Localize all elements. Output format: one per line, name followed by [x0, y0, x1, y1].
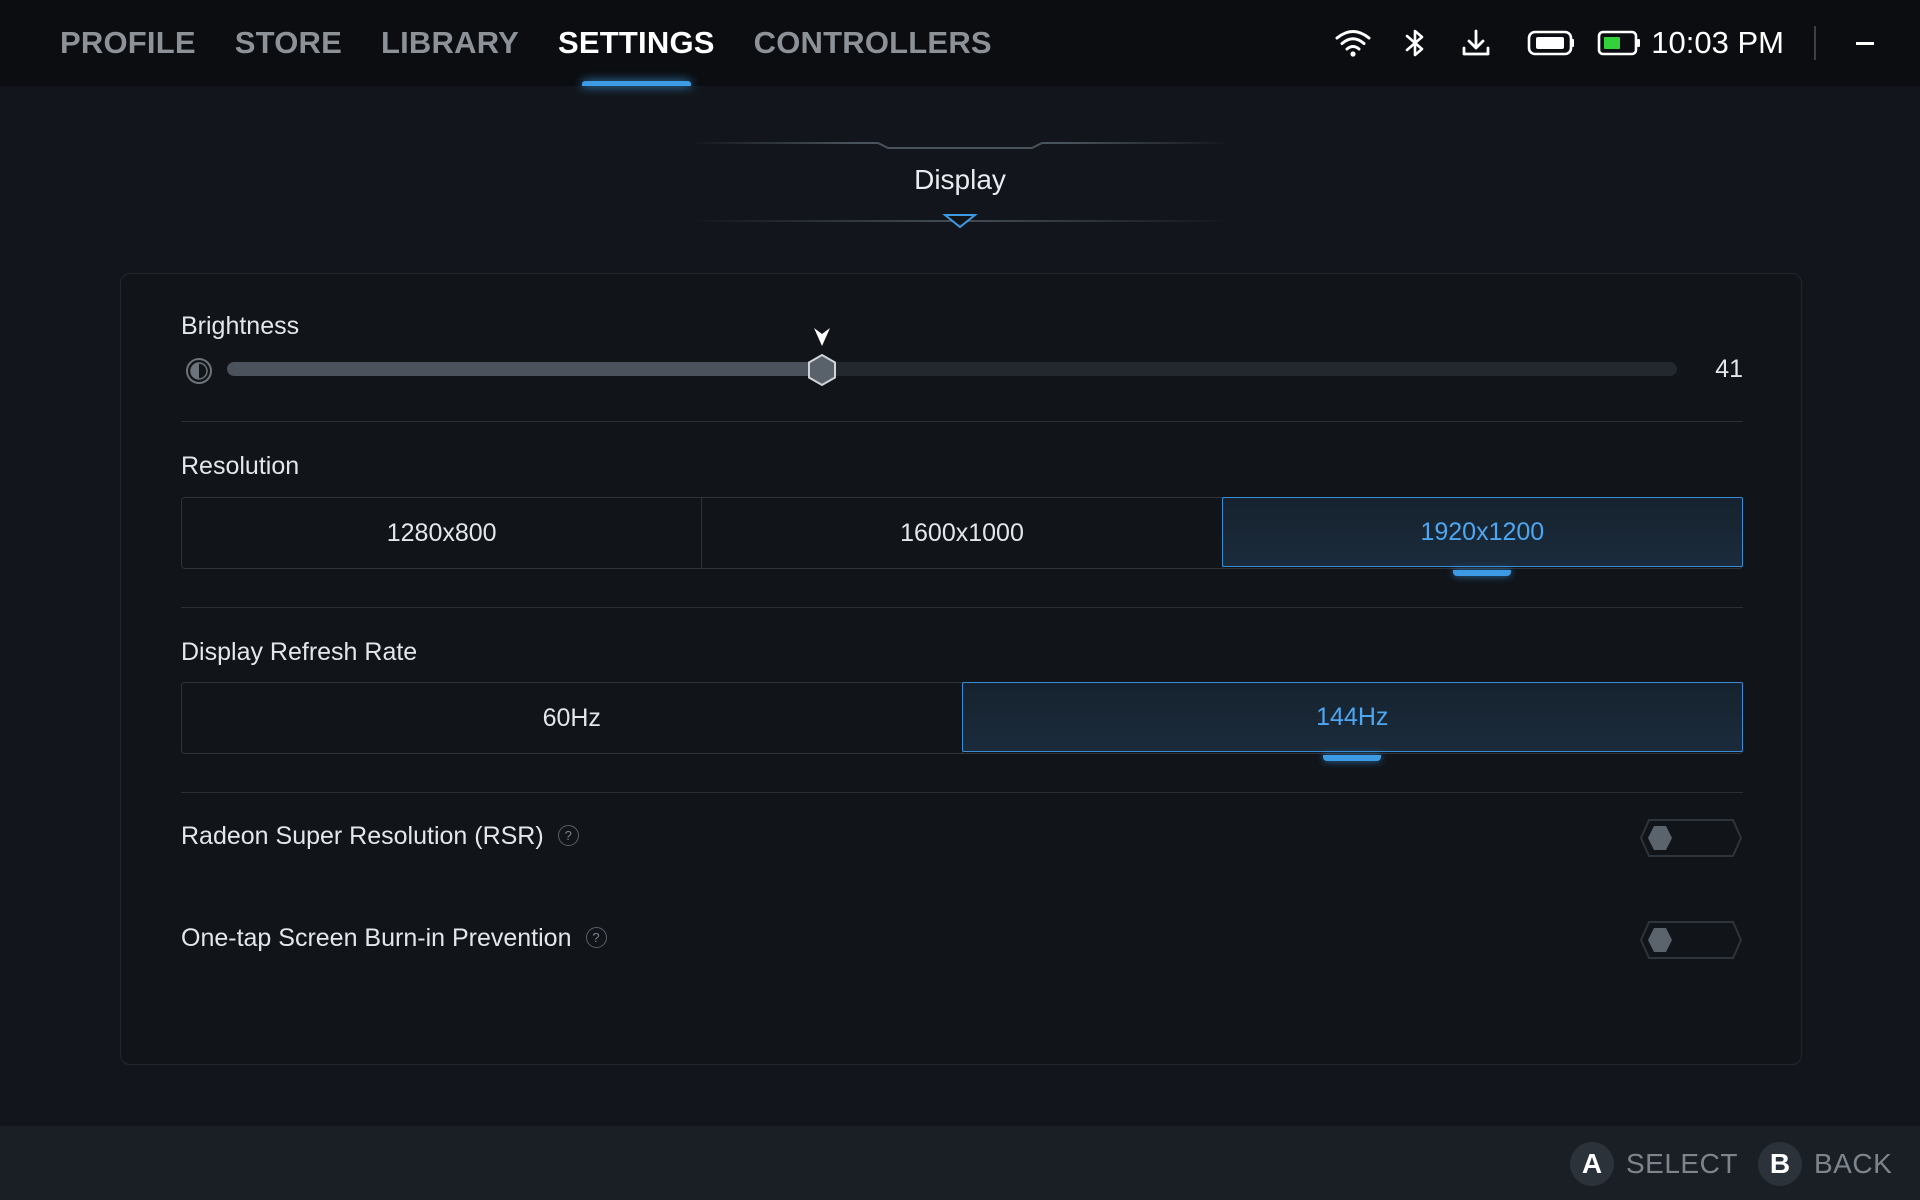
back-hint[interactable]: B BACK [1758, 1142, 1892, 1186]
tab-store[interactable]: STORE [235, 0, 342, 86]
resolution-label: Resolution [181, 452, 300, 480]
resolution-option-1920x1200[interactable]: 1920x1200 [1221, 497, 1743, 567]
divider [181, 607, 1743, 608]
back-label: BACK [1814, 1148, 1893, 1179]
help-icon[interactable]: ? [585, 926, 607, 948]
brightness-slider[interactable] [227, 362, 1677, 376]
download-icon[interactable] [1461, 28, 1491, 58]
rsr-row: Radeon Super Resolution (RSR)? [181, 822, 579, 851]
brightness-icon [185, 357, 213, 390]
select-label: SELECT [1626, 1148, 1738, 1179]
brightness-label: Brightness [181, 312, 300, 340]
section-header: Display [690, 134, 1230, 230]
resolution-option-1280x800[interactable]: 1280x800 [182, 498, 703, 568]
b-button-icon: B [1758, 1142, 1802, 1186]
refresh-rate-selector: 60Hz 144Hz [181, 682, 1743, 754]
section-title: Display [914, 164, 1006, 195]
resolution-option-1600x1000[interactable]: 1600x1000 [702, 498, 1223, 568]
minimize-button[interactable] [1856, 41, 1874, 45]
tab-controllers[interactable]: CONTROLLERS [754, 0, 992, 86]
resolution-selector: 1280x800 1600x1000 1920x1200 [181, 497, 1743, 569]
brightness-slider-thumb[interactable] [805, 353, 839, 387]
burn-in-toggle[interactable] [1639, 920, 1743, 960]
refresh-rate-label: Display Refresh Rate [181, 638, 418, 666]
display-settings-panel: Brightness 41 Resolution 1280x800 1600x1… [120, 273, 1802, 1065]
a-button-icon: A [1570, 1142, 1614, 1186]
tab-settings[interactable]: SETTINGS [558, 0, 715, 86]
rsr-label: Radeon Super Resolution (RSR) [181, 822, 544, 850]
header-top-line [690, 142, 1230, 149]
top-bar: PROFILE STORE LIBRARY SETTINGS CONTROLLE… [0, 0, 1920, 86]
battery-icon [1597, 29, 1641, 57]
status-area: 10:03 PM [1335, 0, 1920, 86]
tab-profile[interactable]: PROFILE [60, 0, 196, 86]
wifi-icon[interactable] [1335, 28, 1371, 58]
footer-hints: A SELECT B BACK [0, 1126, 1920, 1200]
clock: 10:03 PM [1651, 25, 1784, 60]
divider [181, 792, 1743, 793]
main-nav: PROFILE STORE LIBRARY SETTINGS CONTROLLE… [60, 0, 1031, 86]
rsr-toggle[interactable] [1639, 818, 1743, 858]
brightness-value: 41 [1715, 355, 1743, 383]
help-icon[interactable]: ? [557, 824, 579, 846]
chevron-down-icon [942, 214, 978, 229]
status-divider [1814, 26, 1816, 60]
refresh-rate-option-60hz[interactable]: 60Hz [182, 683, 963, 753]
bluetooth-icon[interactable] [1403, 27, 1427, 59]
brightness-slider-fill [227, 362, 822, 376]
select-hint[interactable]: A SELECT [1570, 1142, 1738, 1186]
divider [181, 421, 1743, 422]
slider-pointer-icon [813, 328, 830, 346]
refresh-rate-option-144hz[interactable]: 144Hz [961, 682, 1743, 752]
burn-in-label: One-tap Screen Burn-in Prevention [181, 924, 572, 952]
tab-library[interactable]: LIBRARY [381, 0, 519, 86]
burn-in-row: One-tap Screen Burn-in Prevention? [181, 924, 607, 953]
controller-battery-icon [1527, 29, 1575, 57]
